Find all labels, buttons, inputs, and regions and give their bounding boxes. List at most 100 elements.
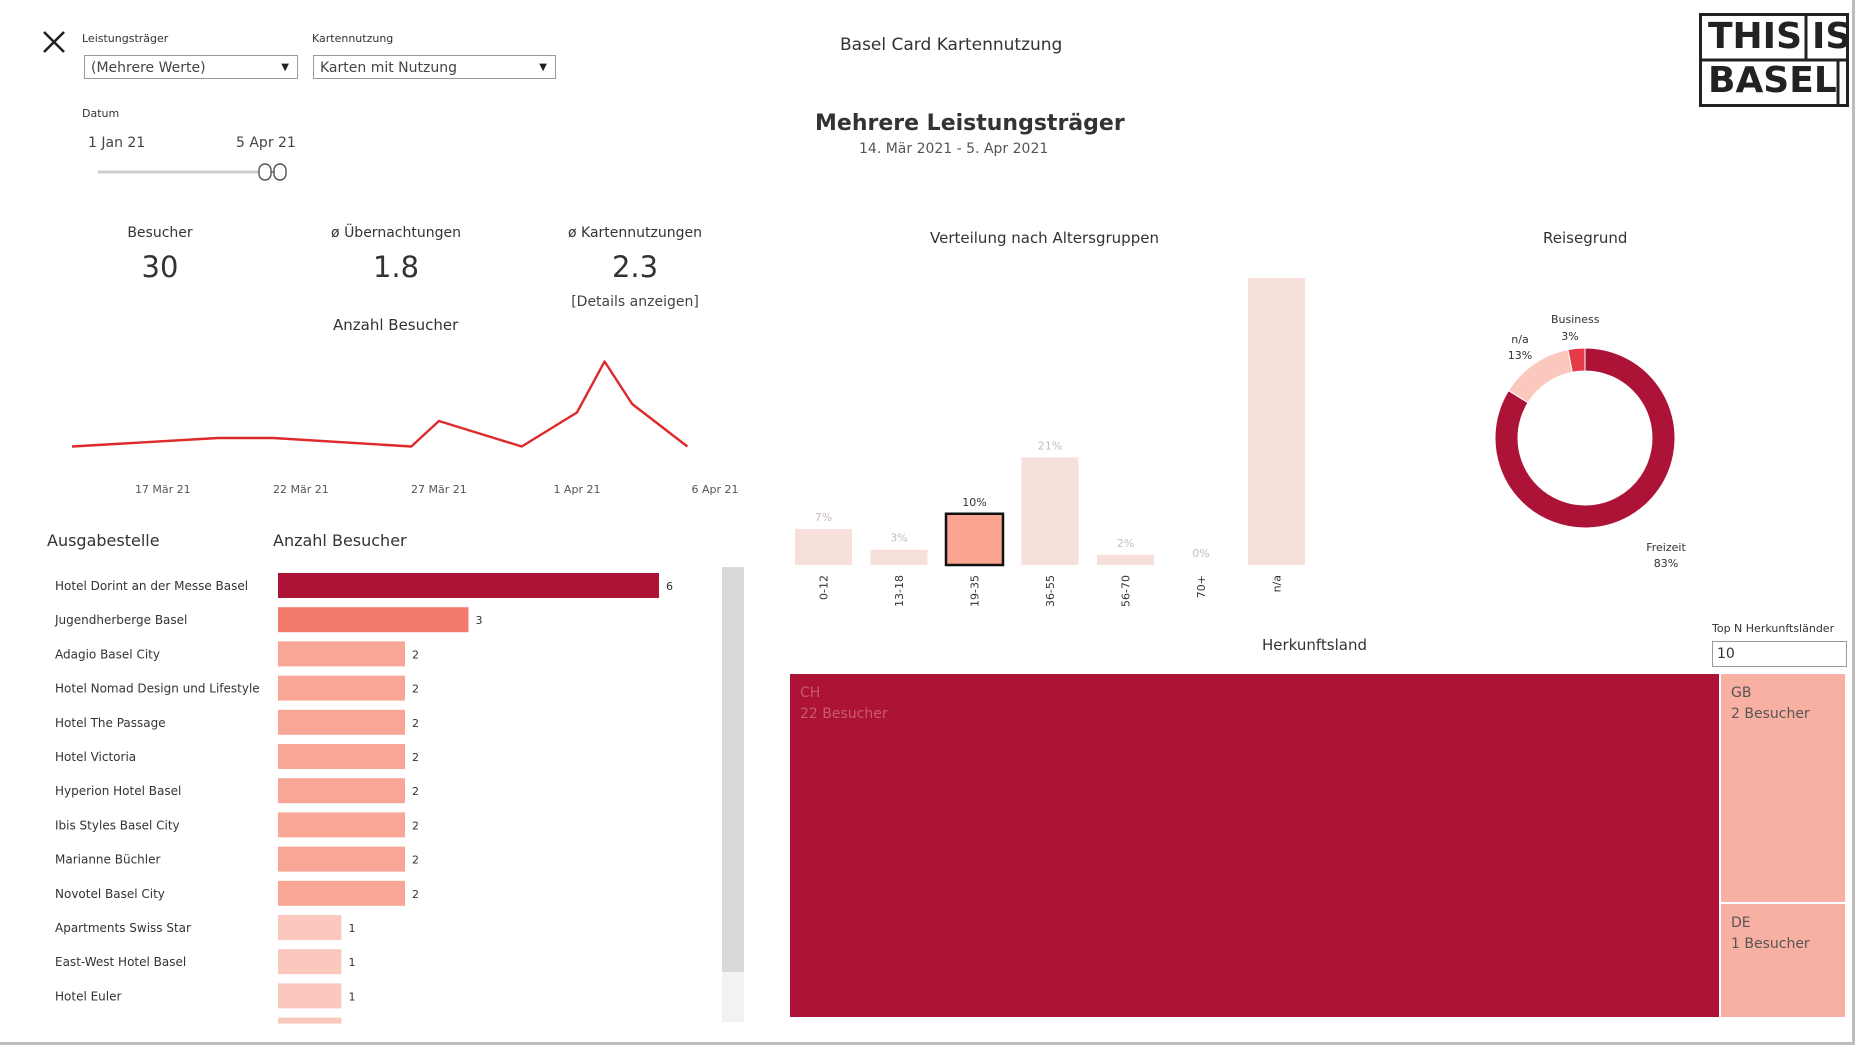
treemap-cell-de[interactable]: DE 1 Besucher	[1721, 904, 1845, 1017]
value-label: 21%	[1038, 439, 1062, 452]
category-label: Hotel Nomad Design und Lifestyle	[55, 682, 260, 696]
treemap-cell-de-label: DE	[1731, 915, 1751, 931]
kpi-besucher-label: Besucher	[127, 225, 193, 241]
this-is-basel-logo: THIS IS BASEL	[1699, 13, 1851, 107]
value-label: 2%	[1117, 537, 1134, 550]
treemap-cell-de-value: 1 Besucher	[1731, 936, 1810, 952]
category-label: Hyperion Hotel Basel	[55, 784, 181, 798]
value-label: 2	[412, 683, 419, 696]
bar	[278, 607, 469, 633]
slice-label: n/a	[1511, 333, 1528, 346]
bar	[795, 529, 852, 565]
details-anzeigen-link[interactable]: [Details anzeigen]	[545, 294, 725, 310]
category-label: 19-35	[969, 575, 982, 607]
dropdown-arrow-icon: ▼	[539, 62, 547, 73]
value-label: 3%	[890, 532, 907, 545]
anzahl-besucher-header: Anzahl Besucher	[273, 531, 407, 550]
category-label: 0-12	[818, 575, 831, 600]
value-label: 2	[412, 717, 419, 730]
treemap-cell-ch-value: 22 Besucher	[800, 706, 888, 722]
kpi-uebernachtungen-label: ø Übernachtungen	[331, 225, 461, 241]
category-label: 13-18	[893, 575, 906, 607]
category-label: Novotel Basel City	[55, 887, 165, 901]
date-range-slider[interactable]	[98, 161, 298, 183]
value-label: 2	[412, 785, 419, 798]
category-label: East-West Hotel Basel	[55, 955, 186, 969]
datum-start: 1 Jan 21	[88, 135, 146, 151]
bar	[278, 880, 405, 906]
bar	[944, 512, 1005, 567]
value-label: 3	[476, 614, 483, 627]
x-tick-label: 1 Apr 21	[553, 483, 600, 496]
kpi-besucher-value: 30	[141, 250, 179, 284]
kartennutzung-value: Karten mit Nutzung	[320, 60, 457, 76]
x-tick-label: 17 Mär 21	[135, 483, 191, 496]
category-label: Hotel Dorint an der Messe Basel	[55, 579, 248, 593]
kartennutzung-select[interactable]: Karten mit Nutzung ▼	[313, 55, 556, 79]
category-label: Hotel The Passage	[55, 716, 166, 730]
category-label: 36-55	[1044, 575, 1057, 607]
anzahl-besucher-line-chart: 17 Mär 21 22 Mär 21 27 Mär 21 1 Apr 21 6 Apr…	[71, 360, 739, 496]
datum-end: 5 Apr 21	[236, 135, 296, 151]
leistungstraeger-value: (Mehrere Werte)	[91, 60, 206, 76]
leistungstraeger-label: Leistungsträger	[82, 32, 169, 45]
kpi-uebernachtungen-value: 1.8	[372, 250, 420, 284]
bar	[278, 915, 342, 940]
value-label: 2	[412, 819, 419, 832]
category-label: Ibis Styles Basel City	[55, 818, 180, 832]
bar	[1097, 554, 1154, 565]
bar	[278, 641, 405, 667]
scrollbar-thumb[interactable]	[722, 567, 744, 972]
line-chart-title: Anzahl Besucher	[333, 316, 459, 334]
category-label: Apartments Swiss Star	[55, 921, 191, 935]
slice-value-label: 13%	[1508, 349, 1532, 362]
dropdown-arrow-icon: ▼	[281, 62, 289, 73]
bar	[870, 549, 928, 565]
top-n-input[interactable]: 10	[1712, 641, 1847, 667]
value-label: 1	[349, 990, 356, 1003]
value-label: 6	[666, 580, 673, 593]
slice-label: Business	[1551, 313, 1600, 326]
value-label: 2	[412, 648, 419, 661]
kpi-kartennutzungen-label: ø Kartennutzungen	[568, 225, 702, 241]
reisegrund-donut-chart: Freizeit 83% n/a 13% Business 3%	[1494, 313, 1686, 570]
category-label: Marianne Büchler	[55, 853, 160, 867]
close-icon[interactable]	[40, 28, 68, 56]
value-label: 2	[412, 854, 419, 867]
bar	[278, 846, 405, 872]
bar	[278, 573, 659, 598]
bar	[1248, 278, 1305, 565]
series-line	[71, 360, 689, 448]
herkunftsland-treemap: CH 22 Besucher GB 2 Besucher DE 1 Besuch…	[790, 674, 1845, 1017]
slice-label: Freizeit	[1646, 541, 1686, 554]
bar	[278, 744, 405, 769]
bar	[278, 949, 342, 975]
value-label: 56%	[1264, 270, 1288, 273]
category-label: Hotel Euler	[55, 989, 122, 1003]
treemap-cell-gb-value: 2 Besucher	[1731, 706, 1810, 722]
value-label: 0%	[1192, 547, 1209, 560]
treemap-cell-ch-label: CH	[800, 685, 821, 701]
bar	[278, 812, 405, 838]
kartennutzung-label: Kartennutzung	[312, 32, 394, 45]
bar	[278, 778, 405, 804]
kpi-kartennutzungen-value: 2.3	[611, 250, 659, 284]
ausgabestelle-bar-chart: Hotel Dorint an der Messe Basel 6 Jugendhe…	[54, 573, 673, 1024]
category-label: Hotel Victoria	[55, 750, 136, 764]
x-tick-label: 22 Mär 21	[273, 483, 329, 496]
category-label: Jugendherberge Basel	[54, 613, 187, 627]
treemap-cell-gb-label: GB	[1731, 685, 1752, 701]
treemap-cell-ch[interactable]: CH 22 Besucher	[790, 674, 1719, 1017]
value-label: 1	[349, 922, 356, 935]
altersgruppen-title: Verteilung nach Altersgruppen	[930, 229, 1159, 247]
category-label: 70+	[1195, 575, 1208, 598]
top-n-label: Top N Herkunftsländer	[1712, 622, 1835, 635]
value-label: 2	[412, 888, 419, 901]
treemap-cell-gb[interactable]: GB 2 Besucher	[1721, 674, 1845, 902]
leistungstraeger-select[interactable]: (Mehrere Werte) ▼	[84, 55, 298, 79]
slice-value-label: 83%	[1654, 557, 1678, 570]
category-label: n/a	[1271, 575, 1284, 592]
value-label: 10%	[962, 496, 986, 509]
reisegrund-title: Reisegrund	[1543, 229, 1628, 247]
altersgruppen-bar-chart: 7% 0-12 3% 13-18 10% 19-35 21% 36-55 2% 56-70 0% 70…	[795, 270, 1305, 607]
